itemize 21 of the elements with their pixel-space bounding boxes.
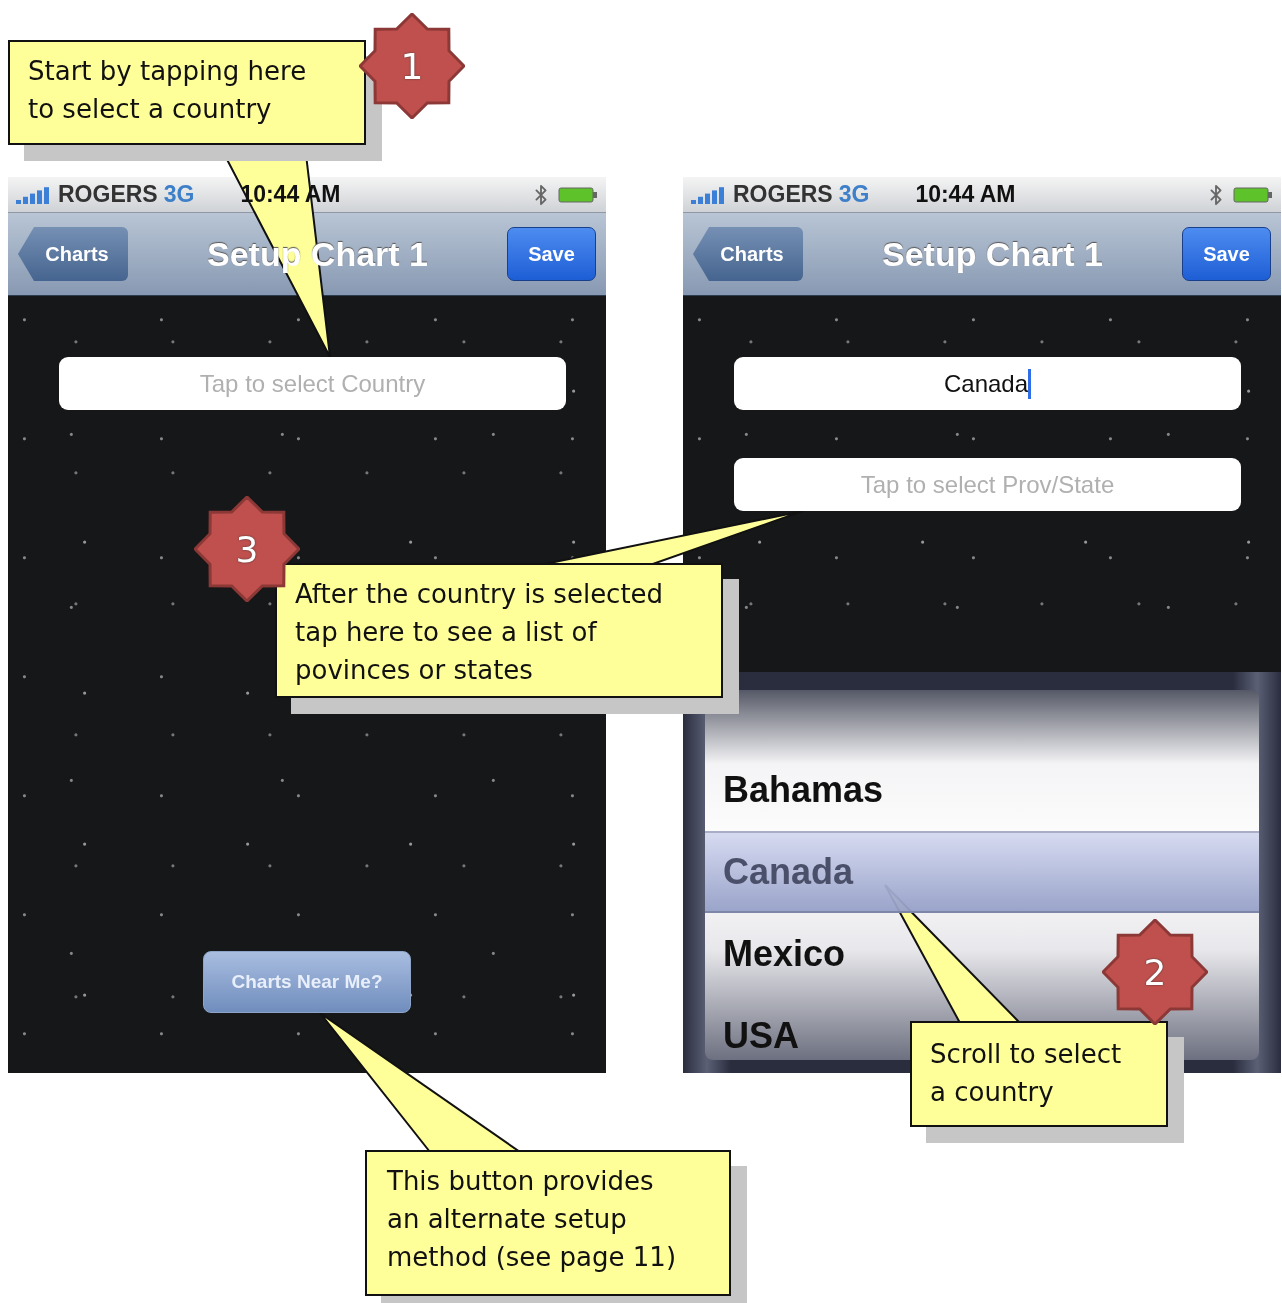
carrier-name: ROGERS: [733, 181, 833, 208]
picker-item[interactable]: USA: [723, 1015, 799, 1057]
step-badge: 1: [359, 13, 465, 119]
save-button[interactable]: Save: [507, 227, 596, 281]
input-field[interactable]: Canada: [734, 357, 1241, 410]
picker-item[interactable]: Bahamas: [723, 769, 884, 811]
step-badge: 2: [1102, 919, 1208, 1025]
status-time: 10:44 AM: [915, 181, 1016, 208]
save-button[interactable]: Save: [1182, 227, 1271, 281]
battery-icon: [1233, 185, 1273, 204]
back-button[interactable]: Charts: [693, 227, 803, 281]
network-type: 3G: [163, 181, 195, 208]
signal-icon: [691, 185, 727, 204]
picker-item[interactable]: Mexico: [723, 933, 846, 975]
picker-item[interactable]: Canada: [723, 851, 854, 893]
battery-icon: [558, 185, 598, 204]
carrier-name: ROGERS: [58, 181, 158, 208]
signal-icon: [16, 185, 52, 204]
screen-title: Setup Chart 1: [880, 234, 1104, 274]
back-button[interactable]: Charts: [18, 227, 128, 281]
network-type: 3G: [838, 181, 870, 208]
